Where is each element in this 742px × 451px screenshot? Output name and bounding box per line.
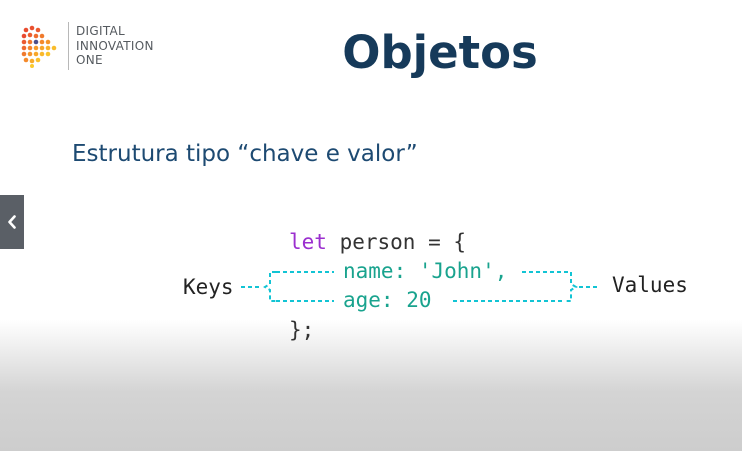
keys-bracket: [263, 271, 276, 302]
key-value-brackets: [241, 271, 600, 302]
values-bracket: [522, 271, 578, 302]
